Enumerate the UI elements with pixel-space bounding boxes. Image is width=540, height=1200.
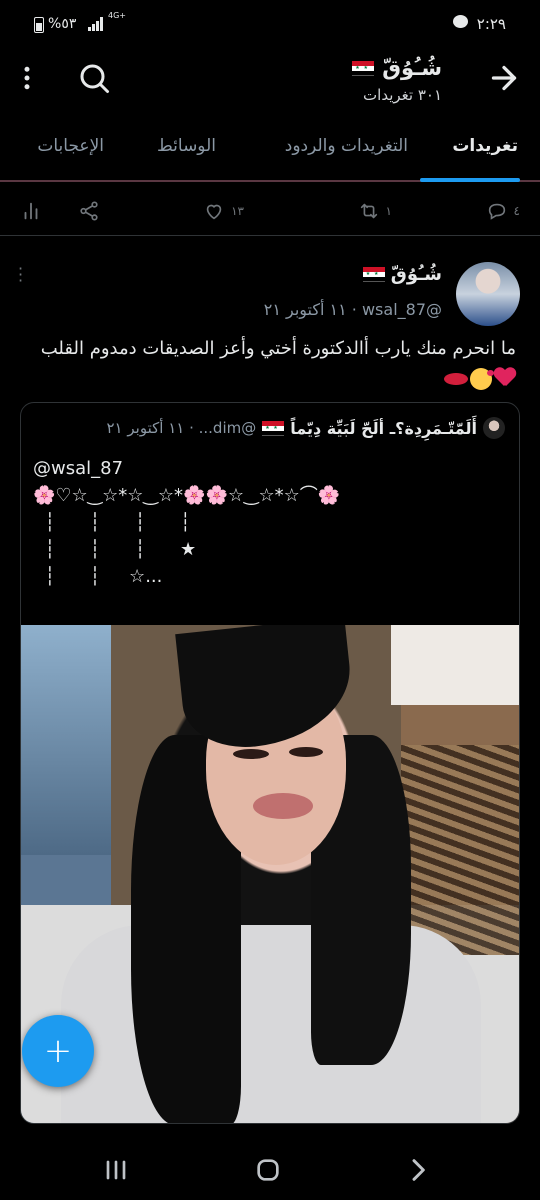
reply-button[interactable]: ٤ bbox=[486, 200, 520, 222]
compose-tweet-button[interactable]: + bbox=[22, 1015, 94, 1087]
syria-flag-icon bbox=[362, 267, 385, 282]
tweet-more-icon[interactable]: · · · bbox=[18, 261, 23, 289]
share-button[interactable] bbox=[78, 200, 100, 222]
photo-eye-left bbox=[233, 749, 269, 759]
network-type: 4G+ bbox=[108, 11, 126, 20]
tab-likes[interactable]: الإعجابات bbox=[37, 136, 104, 156]
kiss-mark-icon bbox=[444, 373, 468, 385]
photo-shirt bbox=[61, 925, 481, 1123]
profile-name: شُـُوُقّ bbox=[382, 56, 442, 80]
tweet-count: ٣٠١ تغريدات bbox=[363, 86, 442, 104]
retweet-count: ١ bbox=[385, 204, 392, 218]
quoted-author-name: أَلَمّتّـمَرِدِة؟ـ ألَحّ لَبَيِّة دِيّما… bbox=[290, 418, 477, 438]
system-navigation-bar bbox=[0, 1140, 540, 1200]
tab-tweets-replies[interactable]: التغريدات والردود bbox=[285, 136, 408, 156]
home-icon[interactable] bbox=[248, 1154, 288, 1186]
like-button[interactable]: ١٣ bbox=[203, 200, 244, 222]
tweet-author-name: شُـُوُقّ bbox=[390, 264, 442, 285]
tweet-emojis bbox=[444, 368, 516, 390]
chat-notification-icon bbox=[453, 15, 468, 28]
quoted-tweet-photo[interactable] bbox=[21, 625, 519, 1123]
page-title: شُـُوُقّ bbox=[352, 56, 442, 80]
back-arrow-icon[interactable] bbox=[486, 60, 522, 96]
like-heart-icon bbox=[206, 204, 222, 220]
status-bar: ٢:٢٩ %٥٣ 4G+ bbox=[0, 0, 540, 46]
tweet-text: ما انحرم منك يارب أالدكتورة أختي وأعز ال… bbox=[16, 334, 516, 394]
share-icon bbox=[80, 201, 98, 221]
tweet-handle-date: @wsal_87 · ١١ أكتوبر ٢١ bbox=[263, 300, 442, 319]
tweet-author[interactable]: شُـُوُقّ bbox=[362, 264, 442, 285]
tweet-body: ما انحرم منك يارب أالدكتورة أختي وأعز ال… bbox=[40, 338, 516, 359]
quoted-tweet-header: أَلَمّتّـمَرِدِة؟ـ ألَحّ لَبَيِّة دِيّما… bbox=[106, 417, 505, 439]
like-count: ١٣ bbox=[231, 204, 244, 218]
analytics-bars-icon bbox=[24, 202, 38, 220]
battery-percent: %٥٣ bbox=[48, 16, 77, 32]
retweet-button[interactable]: ١ bbox=[358, 200, 392, 222]
recent-apps-icon[interactable] bbox=[96, 1154, 136, 1186]
quoted-tweet-body: @wsal_87 🌸♡☆‿☆*☆‿☆*🌸🌸☆‿☆*☆⌒🌸 ┆ ┆ ┆ ┆ ┆ ┆… bbox=[33, 458, 341, 587]
back-nav-icon[interactable] bbox=[398, 1154, 438, 1186]
photo-background-wall bbox=[391, 625, 519, 705]
active-tab-indicator bbox=[420, 178, 520, 182]
syria-flag-icon bbox=[352, 60, 375, 76]
retweet-icon bbox=[360, 203, 377, 219]
status-time: ٢:٢٩ bbox=[476, 15, 506, 33]
photo-background-left bbox=[21, 625, 111, 855]
profile-header: شُـُوُقّ ٣٠١ تغريدات bbox=[0, 46, 540, 124]
search-icon[interactable] bbox=[76, 60, 112, 96]
quoted-author-avatar bbox=[483, 417, 505, 439]
face-blowing-kiss-icon bbox=[470, 368, 494, 390]
signal-icon bbox=[88, 17, 104, 31]
tab-media[interactable]: الوسائط bbox=[157, 136, 216, 156]
author-avatar[interactable] bbox=[456, 262, 520, 326]
battery-icon bbox=[34, 17, 44, 33]
previous-tweet-actions: ٤ ١ ١٣ bbox=[0, 190, 540, 236]
tab-tweets[interactable]: تغريدات bbox=[452, 136, 518, 156]
reply-icon bbox=[488, 203, 505, 220]
photo-eye-right bbox=[289, 747, 323, 757]
quoted-handle-date: @dim... · ١١ أكتوبر ٢١ bbox=[106, 419, 257, 437]
profile-tabs: تغريدات التغريدات والردود الوسائط الإعجا… bbox=[0, 124, 540, 182]
quoted-tweet[interactable]: أَلَمّتّـمَرِدِة؟ـ ألَحّ لَبَيِّة دِيّما… bbox=[20, 402, 520, 1124]
red-heart-icon bbox=[494, 368, 516, 388]
analytics-button[interactable] bbox=[20, 200, 42, 222]
photo-background-pattern bbox=[401, 745, 519, 955]
photo-lips bbox=[253, 793, 313, 819]
syria-flag-icon bbox=[262, 420, 285, 436]
reply-count: ٤ bbox=[513, 204, 520, 218]
more-vertical-icon[interactable] bbox=[12, 60, 42, 96]
